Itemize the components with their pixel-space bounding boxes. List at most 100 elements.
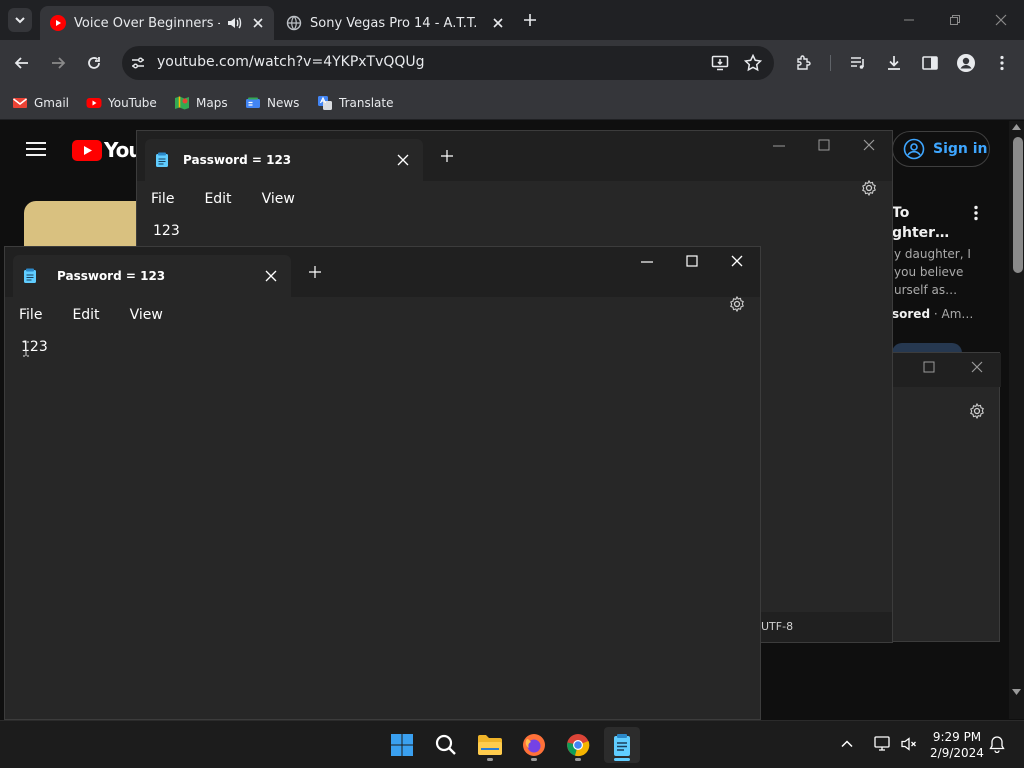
profile-button[interactable] bbox=[954, 51, 978, 75]
menu-view[interactable]: View bbox=[130, 307, 163, 323]
close-window-button[interactable] bbox=[989, 8, 1013, 32]
gear-icon[interactable] bbox=[969, 403, 985, 419]
toolbar-divider bbox=[830, 55, 831, 71]
scrollbar-thumb[interactable] bbox=[1013, 137, 1023, 273]
bookmark-maps[interactable]: Maps bbox=[174, 92, 228, 114]
ad-description: y daughter, I you believe urself as… bbox=[894, 247, 971, 297]
avatar-icon bbox=[957, 54, 975, 72]
close-icon[interactable] bbox=[863, 139, 875, 151]
browser-tab-voice-over[interactable]: Voice Over Beginners - 10 S bbox=[40, 6, 274, 40]
close-tab-icon[interactable] bbox=[265, 270, 277, 282]
ad-title[interactable]: To ghter… bbox=[892, 203, 949, 243]
menu-edit[interactable]: Edit bbox=[72, 307, 99, 323]
side-panel-button[interactable] bbox=[918, 51, 942, 75]
clock-date: 2/9/2024 bbox=[930, 746, 984, 760]
network-icon[interactable] bbox=[874, 735, 892, 753]
side-panel-icon bbox=[922, 56, 938, 70]
close-tab-icon[interactable] bbox=[397, 154, 409, 166]
youtube-favicon-icon bbox=[50, 15, 66, 31]
notification-bell-icon[interactable] bbox=[988, 735, 1006, 753]
new-tab-button[interactable] bbox=[518, 8, 542, 32]
notepad-tab[interactable]: Password = 123 bbox=[145, 139, 423, 181]
minimize-icon[interactable] bbox=[641, 261, 653, 263]
ad-more-options-icon[interactable] bbox=[968, 205, 984, 221]
menu-file[interactable]: File bbox=[151, 191, 174, 207]
system-clock[interactable]: 9:29 PM 2/9/2024 bbox=[928, 729, 986, 761]
close-icon[interactable] bbox=[731, 255, 743, 267]
menu-file[interactable]: File bbox=[19, 307, 42, 323]
minimize-icon[interactable] bbox=[773, 145, 785, 147]
site-settings-icon[interactable] bbox=[130, 55, 146, 71]
globe-icon bbox=[286, 15, 302, 31]
back-arrow-icon bbox=[14, 57, 28, 69]
bookmark-star-icon[interactable] bbox=[744, 54, 762, 72]
browser-tab-sony-vegas[interactable]: Sony Vegas Pro 14 - A.T.T.G bbox=[276, 6, 510, 40]
media-control-button[interactable] bbox=[846, 51, 870, 75]
tab-search-button[interactable] bbox=[8, 8, 32, 32]
close-icon[interactable] bbox=[971, 361, 983, 373]
notepad-window-front[interactable]: Password = 123 File Edit View 123 bbox=[4, 246, 761, 720]
close-tab-icon[interactable] bbox=[252, 17, 264, 29]
downloads-button[interactable] bbox=[882, 51, 906, 75]
new-tab-plus-icon[interactable] bbox=[309, 266, 321, 278]
address-bar[interactable]: youtube.com/watch?v=4YKPxTvQQUg bbox=[122, 46, 774, 80]
reload-button[interactable] bbox=[82, 51, 106, 75]
sign-in-button[interactable]: Sign in bbox=[892, 131, 990, 167]
notepad-menu-bar: File Edit View bbox=[137, 181, 892, 217]
bookmarks-bar: Gmail YouTube Maps News Translate bbox=[0, 86, 1024, 120]
show-hidden-icons-chevron-up-icon[interactable] bbox=[840, 737, 854, 751]
speaker-icon[interactable] bbox=[226, 15, 242, 31]
taskbar-file-explorer[interactable] bbox=[472, 727, 508, 763]
encoding-status[interactable]: UTF-8 bbox=[761, 620, 793, 633]
forward-button[interactable] bbox=[46, 51, 70, 75]
bookmark-gmail[interactable]: Gmail bbox=[12, 92, 69, 114]
gear-icon[interactable] bbox=[861, 180, 877, 196]
maximize-icon[interactable] bbox=[923, 361, 935, 373]
running-indicator bbox=[531, 758, 537, 761]
browser-toolbar: youtube.com/watch?v=4YKPxTvQQUg bbox=[0, 40, 1024, 86]
windows-taskbar: 9:29 PM 2/9/2024 bbox=[0, 720, 1024, 768]
reload-icon bbox=[88, 57, 100, 69]
notepad-icon bbox=[155, 152, 169, 168]
maximize-icon[interactable] bbox=[818, 139, 830, 151]
media-queue-icon bbox=[851, 57, 864, 69]
maximize-icon[interactable] bbox=[686, 255, 698, 267]
install-app-icon[interactable] bbox=[711, 54, 729, 72]
scroll-down-arrow-icon[interactable] bbox=[1012, 689, 1021, 695]
back-button[interactable] bbox=[10, 51, 34, 75]
taskbar-search-button[interactable] bbox=[428, 727, 464, 763]
notepad-text-area[interactable]: 123 bbox=[153, 223, 180, 239]
chrome-menu-button[interactable] bbox=[990, 51, 1014, 75]
close-tab-icon[interactable] bbox=[492, 17, 504, 29]
speaker-muted-icon[interactable] bbox=[900, 735, 918, 753]
taskbar-chrome[interactable] bbox=[560, 727, 596, 763]
hamburger-menu-icon[interactable] bbox=[26, 141, 46, 157]
bookmark-translate[interactable]: Translate bbox=[317, 92, 394, 114]
gear-icon[interactable] bbox=[729, 296, 745, 312]
new-tab-plus-icon[interactable] bbox=[441, 150, 453, 162]
page-scrollbar[interactable] bbox=[1009, 121, 1024, 719]
notepad-menu-bar: File Edit View bbox=[5, 297, 760, 333]
minimize-button[interactable] bbox=[897, 8, 921, 32]
taskbar-firefox[interactable] bbox=[516, 727, 552, 763]
bookmark-news[interactable]: News bbox=[245, 92, 299, 114]
restore-button[interactable] bbox=[943, 8, 967, 32]
clock-time: 9:29 PM bbox=[932, 730, 982, 744]
youtube-icon bbox=[86, 95, 102, 111]
firefox-icon bbox=[523, 734, 545, 756]
gmail-icon bbox=[12, 95, 28, 111]
close-icon bbox=[995, 14, 1007, 26]
puzzle-icon bbox=[797, 55, 811, 70]
notepad-icon bbox=[614, 734, 630, 756]
menu-view[interactable]: View bbox=[262, 191, 295, 207]
notepad-tab[interactable]: Password = 123 bbox=[13, 255, 291, 297]
menu-edit[interactable]: Edit bbox=[204, 191, 231, 207]
taskbar-notepad[interactable] bbox=[604, 727, 640, 763]
notepad-tab-bar: Password = 123 bbox=[5, 247, 760, 297]
extensions-button[interactable] bbox=[792, 51, 816, 75]
scroll-up-arrow-icon[interactable] bbox=[1012, 124, 1021, 130]
ad-sponsor-line: sored · Am… bbox=[892, 307, 974, 321]
text-cursor-icon bbox=[22, 341, 30, 357]
bookmark-youtube[interactable]: YouTube bbox=[86, 92, 157, 114]
start-button[interactable] bbox=[384, 727, 420, 763]
